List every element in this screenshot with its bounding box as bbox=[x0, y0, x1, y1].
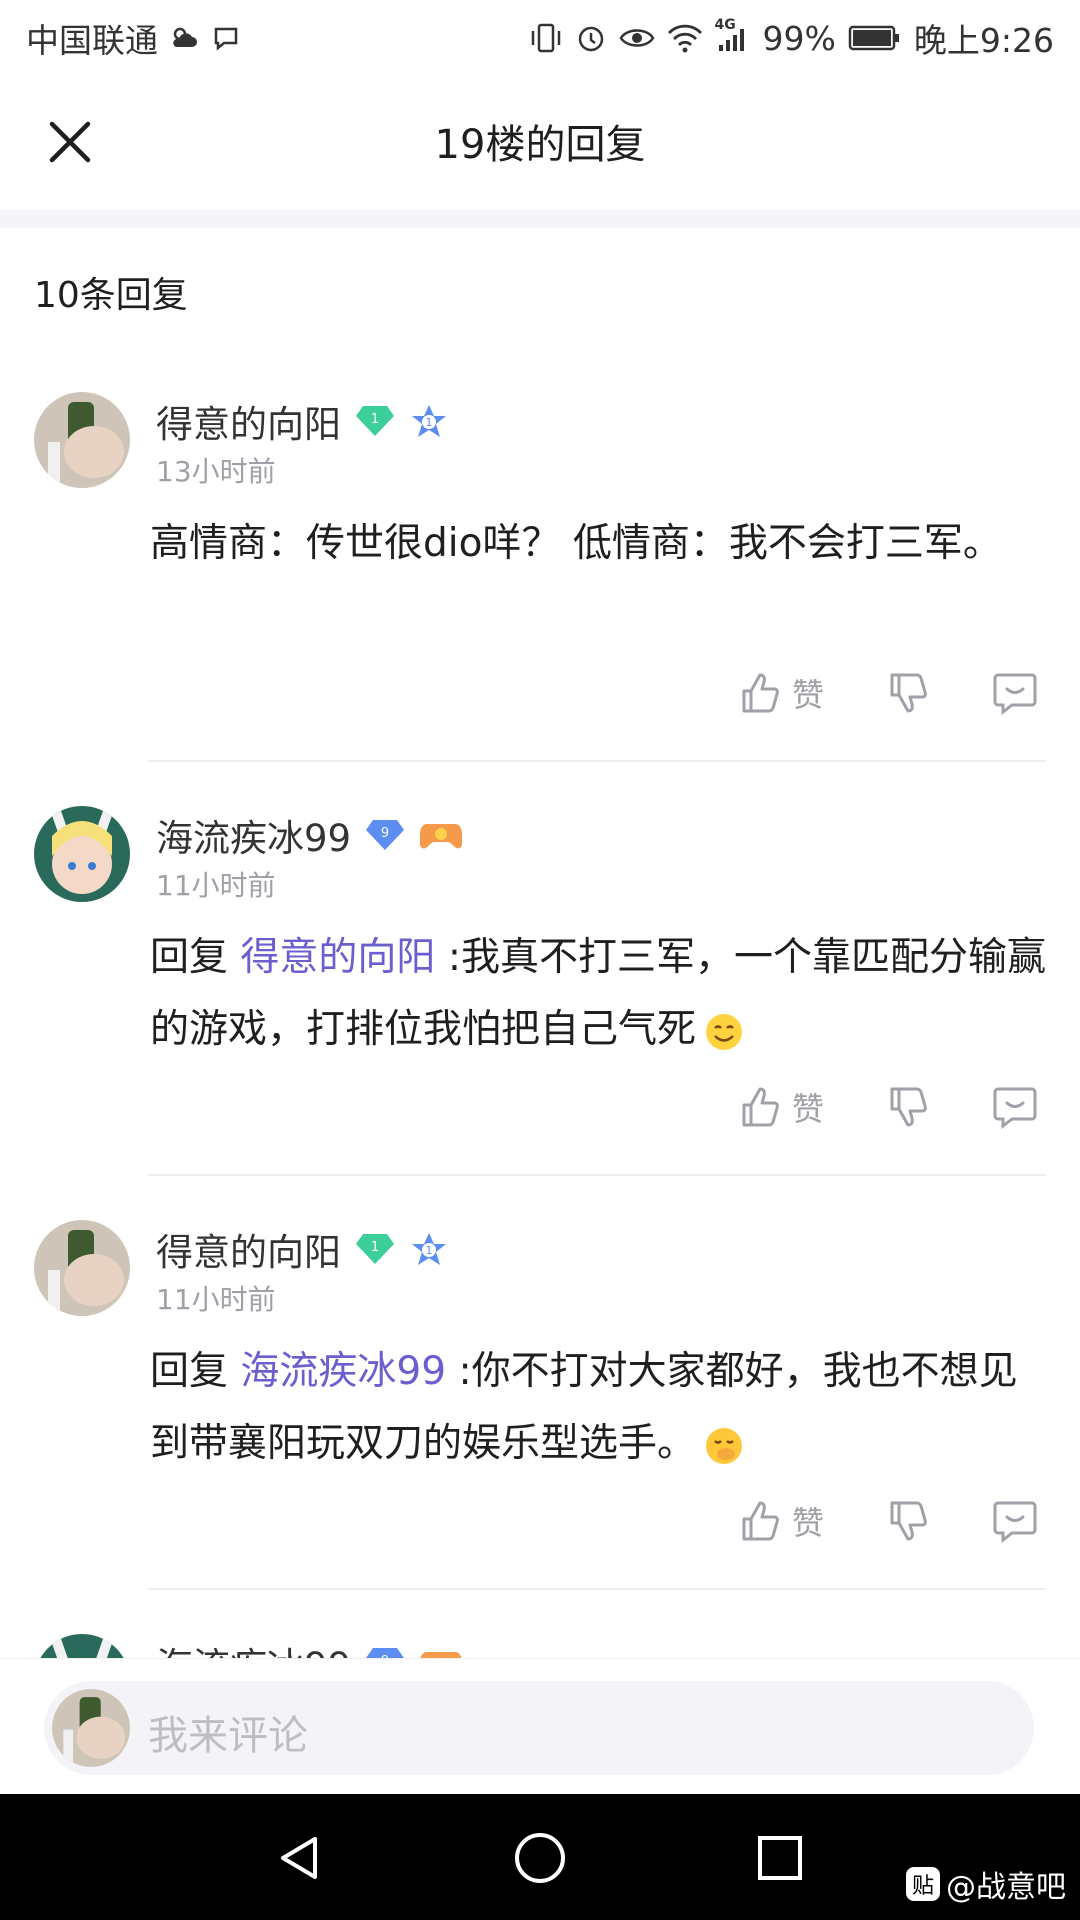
gamepad-badge-icon bbox=[419, 1646, 463, 1658]
page-title: 19楼的回复 bbox=[434, 122, 646, 168]
divider bbox=[148, 1174, 1046, 1176]
status-bar: 中国联通 4G 99% 晚上9:26 bbox=[0, 0, 1080, 76]
battery-icon bbox=[848, 24, 902, 52]
timestamp: 11小时前 bbox=[156, 869, 276, 902]
reply-content: 高情商：传世很dio咩？ 低情商：我不会打三军。 bbox=[150, 508, 1050, 580]
username-row: 海流疾冰99 9 bbox=[156, 1636, 463, 1658]
divider bbox=[148, 760, 1046, 762]
username[interactable]: 得意的向阳 bbox=[156, 394, 341, 448]
username-row: 得意的向阳 1 1 bbox=[156, 394, 449, 448]
comment-icon bbox=[993, 673, 1037, 715]
reply-actions: 赞 bbox=[738, 1084, 1038, 1130]
dislike-button[interactable] bbox=[886, 671, 930, 715]
star-badge-icon: 1 bbox=[409, 403, 449, 439]
reply-button[interactable] bbox=[992, 671, 1038, 715]
reply-button[interactable] bbox=[992, 1085, 1038, 1129]
like-button[interactable]: 赞 bbox=[738, 670, 824, 716]
like-label: 赞 bbox=[792, 676, 825, 714]
home-circle-icon bbox=[515, 1833, 565, 1883]
network-type-label: 4G bbox=[714, 17, 736, 33]
eye-icon bbox=[619, 24, 655, 52]
weather-icon bbox=[170, 25, 200, 51]
thumb-down-icon bbox=[890, 1501, 927, 1541]
tieba-logo-icon: 贴 bbox=[906, 1867, 940, 1901]
signal-icon: 4G bbox=[715, 17, 751, 53]
header-divider bbox=[0, 210, 1080, 228]
recents-button[interactable] bbox=[750, 1828, 810, 1888]
username[interactable]: 海流疾冰99 bbox=[156, 1636, 351, 1658]
home-button[interactable] bbox=[510, 1828, 570, 1888]
thumb-down-icon bbox=[890, 673, 927, 713]
mention-link[interactable]: 得意的向阳 bbox=[240, 935, 435, 980]
recents-square-icon bbox=[758, 1836, 802, 1880]
like-button[interactable]: 赞 bbox=[738, 1498, 824, 1544]
thumb-up-icon bbox=[742, 1501, 779, 1541]
timestamp: 11小时前 bbox=[156, 1283, 276, 1316]
star-badge-icon: 1 bbox=[409, 1231, 449, 1267]
reply-item: 海流疾冰99 9 bbox=[0, 1622, 1080, 1658]
dislike-button[interactable] bbox=[886, 1085, 930, 1129]
avatar[interactable] bbox=[34, 1220, 130, 1316]
divider bbox=[148, 1588, 1046, 1590]
status-left: 中国联通 bbox=[26, 14, 242, 62]
level-number: 1 bbox=[426, 416, 433, 429]
username[interactable]: 得意的向阳 bbox=[156, 1222, 341, 1276]
vibrate-icon bbox=[529, 22, 563, 54]
wifi-icon bbox=[667, 23, 703, 53]
reply-actions: 赞 bbox=[738, 1498, 1038, 1544]
comment-input[interactable]: 我来评论 bbox=[44, 1681, 1034, 1775]
avatar[interactable] bbox=[34, 392, 130, 488]
level-number: 9 bbox=[381, 826, 389, 841]
timestamp: 13小时前 bbox=[156, 455, 276, 488]
alarm-icon bbox=[575, 22, 607, 54]
reply-content: 回复 海流疾冰99 :你不打对大家都好，我也不想见到带襄阳玩双刀的娱乐型选手。 bbox=[150, 1336, 1050, 1480]
gamepad-badge-icon bbox=[419, 818, 463, 852]
giggle-emoji-icon bbox=[704, 1426, 744, 1466]
like-label: 赞 bbox=[792, 1504, 825, 1542]
clock-label: 晚上9:26 bbox=[913, 21, 1054, 60]
comment-icon bbox=[993, 1501, 1037, 1543]
reply-actions: 赞 bbox=[738, 670, 1038, 716]
status-right: 4G 99% 晚上9:26 bbox=[529, 14, 1054, 62]
diamond-badge-icon: 9 bbox=[365, 1646, 405, 1658]
reply-prefix: 回复 bbox=[150, 935, 241, 980]
avatar[interactable] bbox=[34, 806, 130, 902]
my-avatar bbox=[52, 1689, 130, 1767]
reply-prefix: 回复 bbox=[150, 1349, 241, 1394]
comment-icon bbox=[993, 1087, 1037, 1129]
mention-link[interactable]: 海流疾冰99 bbox=[240, 1349, 446, 1394]
back-button[interactable] bbox=[270, 1828, 330, 1888]
thumb-up-icon bbox=[742, 673, 779, 713]
battery-percent: 99% bbox=[762, 18, 836, 58]
username-row: 得意的向阳 1 1 bbox=[156, 1222, 449, 1276]
thumb-up-icon bbox=[742, 1087, 779, 1127]
level-number: 1 bbox=[371, 1240, 379, 1255]
reply-count: 10条回复 bbox=[34, 275, 188, 316]
thumb-down-icon bbox=[890, 1087, 927, 1127]
system-nav-bar: 贴 @战意吧 bbox=[0, 1794, 1080, 1920]
header: 19楼的回复 bbox=[0, 76, 1080, 210]
comment-composer: 我来评论 bbox=[0, 1658, 1080, 1795]
dislike-button[interactable] bbox=[886, 1499, 930, 1543]
level-number: 1 bbox=[426, 1244, 433, 1257]
watermark: 贴 @战意吧 bbox=[906, 1862, 1066, 1906]
reply-button[interactable] bbox=[992, 1499, 1038, 1543]
smile-emoji-icon bbox=[704, 1012, 744, 1052]
comment-placeholder: 我来评论 bbox=[148, 1713, 308, 1759]
diamond-badge-icon: 1 bbox=[355, 404, 395, 438]
reply-content: 回复 得意的向阳 :我真不打三军，一个靠匹配分输赢的游戏，打排位我怕把自己气死 bbox=[150, 922, 1050, 1066]
reply-text: 高情商：传世很dio咩？ 低情商：我不会打三军。 bbox=[150, 521, 1002, 566]
avatar[interactable] bbox=[34, 1634, 130, 1658]
chat-bubble-icon bbox=[212, 25, 242, 51]
level-number: 1 bbox=[371, 412, 379, 427]
watermark-text: @战意吧 bbox=[946, 1870, 1066, 1905]
username-row: 海流疾冰99 9 bbox=[156, 808, 463, 862]
like-label: 赞 bbox=[792, 1090, 825, 1128]
like-button[interactable]: 赞 bbox=[738, 1084, 824, 1130]
diamond-badge-icon: 1 bbox=[355, 1232, 395, 1266]
back-triangle-icon bbox=[281, 1837, 317, 1879]
diamond-badge-icon: 9 bbox=[365, 818, 405, 852]
carrier-label: 中国联通 bbox=[26, 21, 158, 60]
username[interactable]: 海流疾冰99 bbox=[156, 808, 351, 862]
